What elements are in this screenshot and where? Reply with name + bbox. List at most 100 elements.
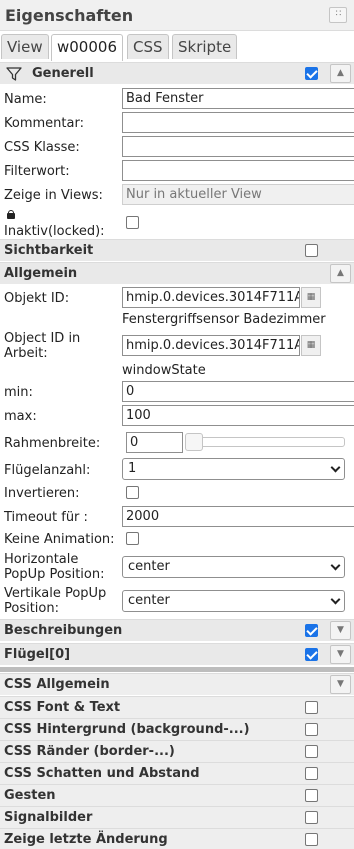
chevron-up-icon[interactable]: ▲: [330, 64, 351, 83]
chevron-up-icon[interactable]: ▲: [330, 264, 351, 283]
panel-menu-icon[interactable]: ∷: [329, 7, 347, 23]
section-css-raender[interactable]: CSS Ränder (border-...): [0, 740, 354, 762]
max-label: max:: [4, 409, 37, 424]
min-label: min:: [4, 385, 33, 400]
section-sichtbarkeit[interactable]: Sichtbarkeit: [0, 239, 354, 261]
tab-css[interactable]: CSS: [127, 34, 169, 59]
properties-header: Eigenschaften ∷: [0, 0, 354, 31]
section-generell-label: Generell: [32, 66, 94, 81]
section-css-font-label: CSS Font & Text: [4, 700, 121, 715]
locked-checkbox[interactable]: [126, 216, 139, 229]
vpopup-select-value: center: [128, 593, 170, 608]
section-css-allgemein[interactable]: CSS Allgemein ▼: [0, 673, 354, 695]
sichtbarkeit-checkbox[interactable]: [305, 244, 318, 257]
views-select[interactable]: Nur in aktueller View: [122, 184, 354, 205]
tab-view[interactable]: View: [1, 34, 49, 59]
css-class-label: CSS Klasse:: [4, 140, 80, 155]
panel-title: Eigenschaften: [5, 6, 134, 25]
fluegel-select-value: 1: [128, 461, 137, 476]
locked-label: Inaktiv(locked):: [4, 224, 105, 239]
section-signalbilder-label: Signalbilder: [4, 810, 93, 825]
object-browser-icon[interactable]: ▦: [301, 287, 321, 308]
tab-bar: View w00006 CSS Skripte: [0, 31, 354, 61]
timeout-input[interactable]: 2000: [122, 506, 354, 527]
signalbilder-checkbox[interactable]: [305, 811, 318, 824]
section-allgemein-label: Allgemein: [4, 266, 78, 281]
section-css-hintergrund-label: CSS Hintergrund (background-...): [4, 722, 250, 737]
objekt-id-input[interactable]: hmip.0.devices.3014F711A: [122, 287, 300, 308]
section-css-raender-label: CSS Ränder (border-...): [4, 744, 175, 759]
object-browser-icon[interactable]: ▦: [301, 335, 321, 356]
filter-label: Filterwort:: [4, 164, 70, 179]
css-hintergrund-checkbox[interactable]: [305, 723, 318, 736]
invert-checkbox[interactable]: [126, 486, 139, 499]
comment-label: Kommentar:: [4, 116, 84, 131]
fluegel-label: Flügelanzahl:: [4, 463, 91, 478]
tab-widget[interactable]: w00006: [51, 34, 123, 61]
max-input[interactable]: 100: [122, 405, 354, 426]
chevron-down-icon[interactable]: ▼: [330, 675, 351, 694]
fluegel-select[interactable]: 1: [122, 458, 345, 480]
rahmen-slider-handle[interactable]: [185, 433, 203, 451]
min-input[interactable]: 0: [122, 381, 354, 402]
rahmen-label: Rahmenbreite:: [4, 436, 101, 451]
chevron-down-icon: [330, 462, 341, 473]
section-fluegel0[interactable]: Flügel[0] ▼: [0, 643, 354, 665]
properties-panel: Generell ▲ Name: Bad Fenster Kommentar: …: [0, 61, 354, 849]
gesten-checkbox[interactable]: [305, 789, 318, 802]
work-id-input[interactable]: hmip.0.devices.3014F711A: [122, 335, 300, 356]
timeout-label: Timeout für :: [4, 510, 88, 525]
tab-skripte[interactable]: Skripte: [172, 34, 238, 59]
section-allgemein[interactable]: Allgemein ▲: [0, 262, 354, 284]
letzte-aenderung-checkbox[interactable]: [305, 833, 318, 846]
vpopup-label: Vertikale PopUp Position:: [4, 586, 107, 616]
section-generell[interactable]: Generell ▲: [0, 62, 354, 84]
section-beschreibungen-label: Beschreibungen: [4, 623, 123, 638]
vpopup-select[interactable]: center: [122, 590, 345, 612]
work-id-label: Object ID in Arbeit:: [4, 331, 81, 361]
css-font-checkbox[interactable]: [305, 701, 318, 714]
work-id-name: windowState: [122, 363, 206, 378]
hpopup-label: Horizontale PopUp Position:: [4, 552, 105, 582]
section-css-hintergrund[interactable]: CSS Hintergrund (background-...): [0, 718, 354, 740]
name-label: Name:: [4, 92, 47, 107]
section-css-font[interactable]: CSS Font & Text: [0, 696, 354, 718]
section-css-allgemein-label: CSS Allgemein: [4, 677, 110, 692]
css-schatten-checkbox[interactable]: [305, 767, 318, 780]
beschreibungen-checkbox[interactable]: [305, 624, 318, 637]
chevron-down-icon[interactable]: ▼: [330, 645, 351, 664]
section-letzte-aenderung[interactable]: Zeige letzte Änderung: [0, 828, 354, 849]
lock-icon: [7, 210, 15, 219]
section-sichtbarkeit-label: Sichtbarkeit: [4, 243, 94, 258]
fluegel0-checkbox[interactable]: [305, 648, 318, 661]
section-beschreibungen[interactable]: Beschreibungen ▼: [0, 619, 354, 641]
rahmen-input[interactable]: 0: [126, 432, 183, 453]
objekt-id-name: Fenstergriffsensor Badezimmer: [122, 312, 326, 327]
hpopup-select[interactable]: center: [122, 556, 345, 578]
filter-input[interactable]: [122, 160, 354, 181]
css-class-input[interactable]: [122, 136, 354, 157]
invert-label: Invertieren:: [4, 486, 80, 501]
section-divider: [0, 667, 354, 672]
comment-input[interactable]: [122, 112, 354, 133]
section-fluegel0-label: Flügel[0]: [4, 647, 71, 662]
section-signalbilder[interactable]: Signalbilder: [0, 806, 354, 828]
chevron-down-icon: [330, 560, 341, 571]
noanim-label: Keine Animation:: [4, 532, 115, 547]
noanim-checkbox[interactable]: [126, 532, 139, 545]
css-raender-checkbox[interactable]: [305, 745, 318, 758]
section-css-schatten[interactable]: CSS Schatten und Abstand: [0, 762, 354, 784]
chevron-down-icon: [330, 594, 341, 605]
rahmen-slider[interactable]: [188, 437, 345, 447]
section-css-schatten-label: CSS Schatten und Abstand: [4, 766, 200, 781]
section-gesten[interactable]: Gesten: [0, 784, 354, 806]
objekt-id-label: Objekt ID:: [4, 291, 70, 306]
chevron-down-icon[interactable]: ▼: [330, 621, 351, 640]
views-label: Zeige in Views:: [4, 188, 103, 203]
section-letzte-aenderung-label: Zeige letzte Änderung: [4, 832, 168, 847]
name-input[interactable]: Bad Fenster: [122, 88, 354, 109]
funnel-icon[interactable]: [6, 66, 22, 82]
generell-checkbox[interactable]: [305, 67, 318, 80]
section-gesten-label: Gesten: [4, 788, 56, 803]
hpopup-select-value: center: [128, 559, 170, 574]
